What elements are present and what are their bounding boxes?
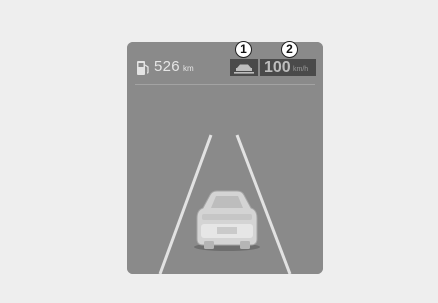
- header-divider: [135, 84, 315, 85]
- callout-1: 1: [235, 41, 252, 58]
- vehicle-distance-indicator: [230, 59, 258, 76]
- instrument-cluster-display: 526 km 100 km/h: [127, 42, 323, 274]
- set-speed-value: 100: [264, 59, 291, 76]
- range-unit: km: [183, 64, 194, 73]
- fuel-pump-icon: [137, 61, 149, 75]
- vehicle-distance-icon: [234, 64, 254, 74]
- road-scene: [127, 42, 323, 274]
- range-value: 526: [154, 58, 180, 75]
- set-speed-unit: km/h: [293, 66, 309, 73]
- callout-2: 2: [281, 41, 298, 58]
